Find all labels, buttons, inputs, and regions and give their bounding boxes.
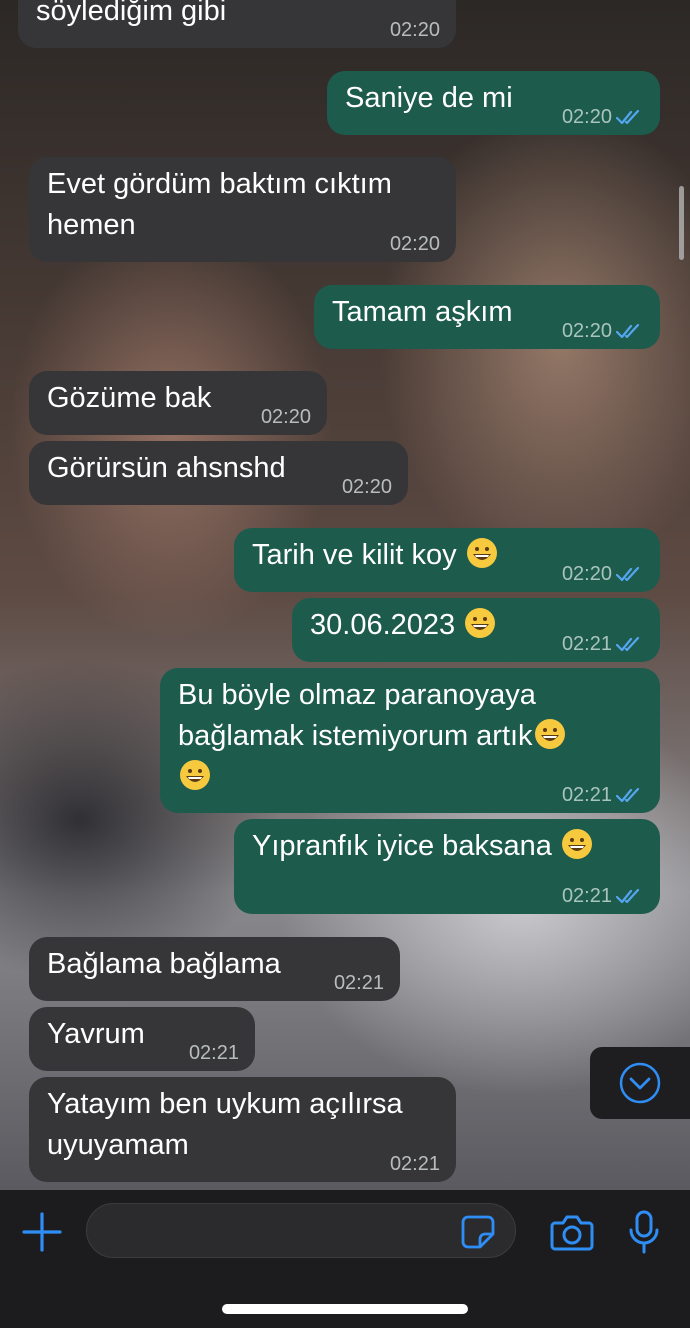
message-time: 02:20	[260, 406, 311, 428]
message-time: 02:21	[561, 784, 612, 806]
double-check-icon	[616, 109, 640, 125]
message-text: Bu böyle olmaz paranoyaya bağlamak istem…	[178, 679, 536, 752]
message-time: 02:21	[188, 1042, 239, 1064]
message-bubble-outgoing[interactable]: Bu böyle olmaz paranoyaya bağlamak istem…	[160, 668, 660, 813]
grinning-face-emoji	[534, 719, 565, 749]
camera-icon[interactable]	[550, 1212, 594, 1252]
double-check-icon	[616, 566, 640, 582]
message-time: 02:21	[561, 885, 612, 907]
message-bubble-outgoing[interactable]: Saniye de mi 02:20	[327, 71, 660, 135]
message-bubble-incoming[interactable]: Gözüme bak 02:20	[29, 371, 327, 435]
double-check-icon	[616, 787, 640, 803]
message-time: 02:21	[333, 972, 384, 994]
message-time: 02:20	[561, 320, 612, 342]
message-bubble-incoming[interactable]: Yavrum 02:21	[29, 1007, 255, 1071]
message-time: 02:21	[561, 633, 612, 655]
grinning-face-emoji	[561, 829, 592, 859]
microphone-icon[interactable]	[628, 1210, 660, 1254]
message-bubble-incoming[interactable]: Yatayım ben uykum açılırsa uyuyamam 02:2…	[29, 1077, 456, 1182]
grinning-face-emoji	[465, 608, 496, 638]
message-bubble-incoming[interactable]: Görürsün ahsnshd 02:20	[29, 441, 408, 505]
message-text: Görürsün ahsnshd	[47, 452, 286, 484]
plus-icon[interactable]	[22, 1212, 62, 1252]
scrollbar[interactable]	[679, 186, 684, 260]
message-text: söylediğim gibi	[36, 0, 227, 27]
message-text: Evet gördüm baktım cıktım hemen	[47, 168, 392, 241]
message-bubble-outgoing[interactable]: Tamam aşkım 02:20	[314, 285, 660, 349]
message-bubble-outgoing[interactable]: Tarih ve kilit koy 02:20	[234, 528, 660, 592]
double-check-icon	[616, 636, 640, 652]
message-bubble-incoming[interactable]: Evet gördüm baktım cıktım hemen 02:20	[29, 157, 456, 262]
message-text: Yıpranfık iyice baksana	[252, 830, 552, 862]
scroll-to-bottom-button[interactable]	[590, 1047, 690, 1119]
chevron-down-circle-icon	[619, 1062, 661, 1104]
message-text: 30.06.2023	[310, 609, 456, 641]
message-bubble-incoming[interactable]: Bağlama bağlama 02:21	[29, 937, 400, 1001]
message-text: Yatayım ben uykum açılırsa uyuyamam	[47, 1088, 403, 1161]
grinning-face-emoji	[466, 538, 497, 568]
sticker-icon[interactable]	[460, 1214, 496, 1250]
grinning-face-emoji	[180, 760, 210, 790]
message-input[interactable]	[86, 1203, 516, 1258]
message-time: 02:20	[561, 563, 612, 585]
message-text: Bağlama bağlama	[47, 948, 281, 980]
message-time: 02:20	[389, 19, 440, 41]
message-text: Tarih ve kilit koy	[252, 539, 457, 571]
home-indicator	[222, 1304, 468, 1314]
double-check-icon	[616, 888, 640, 904]
message-time: 02:20	[561, 106, 612, 128]
message-bubble-incoming[interactable]: söylediğim gibi 02:20	[18, 0, 456, 48]
message-bubble-outgoing[interactable]: 30.06.2023 02:21	[292, 598, 660, 662]
message-time: 02:21	[389, 1153, 440, 1175]
message-bubble-outgoing[interactable]: Yıpranfık iyice baksana 02:21	[234, 819, 660, 914]
message-time: 02:20	[389, 233, 440, 255]
double-check-icon	[616, 323, 640, 339]
message-time: 02:20	[341, 476, 392, 498]
